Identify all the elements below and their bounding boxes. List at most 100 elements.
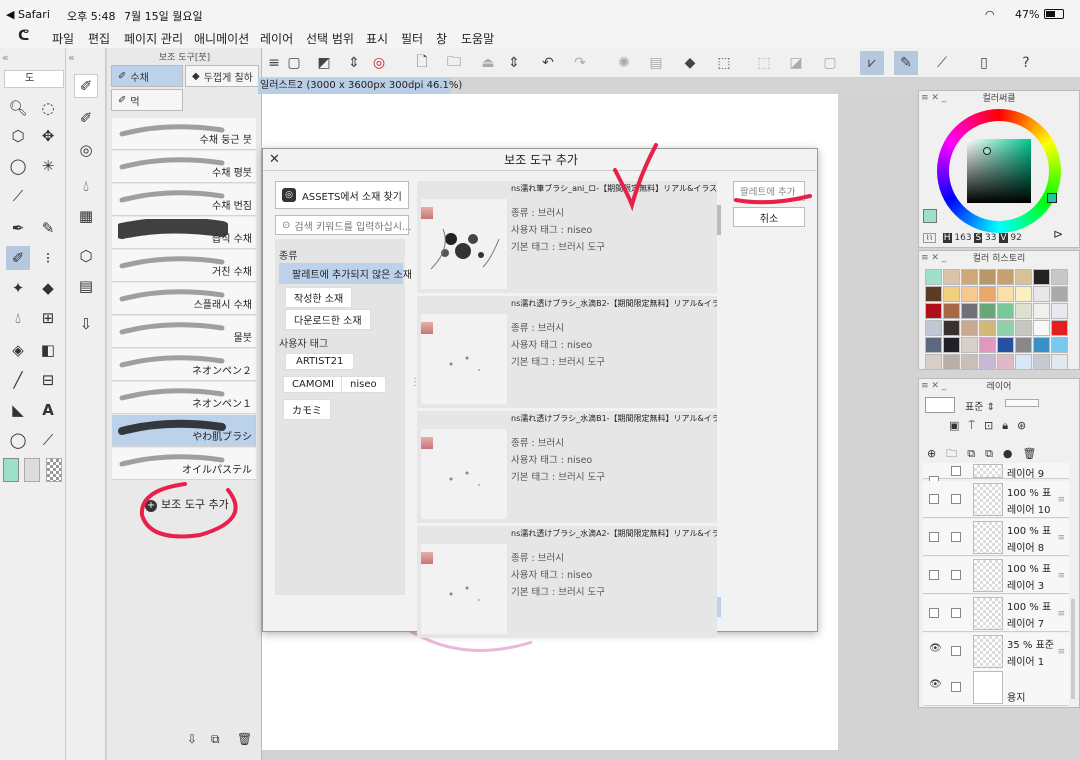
scrollbar[interactable] [717,205,721,235]
color-swatch[interactable] [979,269,996,285]
brush-item[interactable]: オイルパステル [112,448,256,480]
gradient-icon[interactable]: ◧ [36,338,60,362]
color-swatch[interactable] [925,303,942,319]
document-tab[interactable]: 일러스트2 (3000 x 3600px 300dpi 46.1%) [258,78,462,94]
color-swatch[interactable] [961,303,978,319]
drag-handle-icon[interactable]: ≡ [1057,571,1065,581]
delete-subtool-icon[interactable]: 🗑︎ [237,732,252,746]
sub-color-swatch[interactable] [24,458,40,482]
collapse-icon-2[interactable]: « [68,51,75,64]
menu-file[interactable]: 파일 [52,30,74,47]
color-swatch[interactable] [1051,286,1068,302]
duplicate-subtool-icon[interactable]: ⧉ [211,732,220,747]
opacity-slider[interactable] [1005,399,1039,407]
brush-item[interactable]: 수채 둥근 붓 [112,118,256,150]
kind-not-in-palette[interactable]: 팔레트에 추가되지 않은 소재 [279,263,412,284]
brush-item[interactable]: 거친 수채 [112,250,256,282]
color-swatch[interactable] [1033,354,1050,370]
color-swatch[interactable] [1051,354,1068,370]
brush-item[interactable]: 습식 수채 [112,217,256,249]
figure-icon[interactable]: ╱ [6,368,30,392]
eye-icon[interactable]: 👁︎ [929,643,942,654]
import-subtool-icon[interactable]: ⇩ [187,732,197,746]
decoration-icon[interactable]: ✦ [6,276,30,300]
eyedropper-icon[interactable]: ⟋ [6,184,30,208]
object-icon[interactable]: ⬡ [6,124,30,148]
menu-help[interactable]: 도움말 [461,30,494,47]
color-swatch[interactable] [997,286,1014,302]
color-swatch[interactable] [1015,303,1032,319]
frame-icon[interactable]: ⊟ [36,368,60,392]
layer-lock-row[interactable]: ▣⍑⊡🔒︎⊛ [949,419,1035,433]
visibility-checkbox[interactable] [929,532,939,542]
color-swatch[interactable] [943,286,960,302]
add-to-palette-button[interactable]: 팔레트에 추가 [733,181,805,201]
loading-icon[interactable]: ✺ [612,51,636,75]
color-swatch[interactable] [961,337,978,353]
assets-icon[interactable]: ◎ [367,51,391,75]
fill-tool-icon[interactable]: ◈ [6,338,30,362]
color-swatch[interactable] [1033,269,1050,285]
brush-item[interactable]: ネオンペン２ [112,349,256,381]
kind-downloaded[interactable]: 다운로드한 소재 [285,309,371,330]
panel-menu-icon[interactable]: ≡ ✕ _ [921,93,946,103]
color-swatch[interactable] [1015,337,1032,353]
device-icon[interactable]: ▯ [972,51,996,75]
color-swatch[interactable] [961,286,978,302]
collapse-icon[interactable]: « [2,51,9,64]
color-swatch[interactable] [1015,286,1032,302]
color-swatch[interactable] [979,337,996,353]
brush-item[interactable]: ネオンペン１ [112,382,256,414]
color-swatch[interactable] [943,320,960,336]
tool-tab[interactable]: 도 [4,70,64,88]
color-swatch[interactable] [961,354,978,370]
app-logo-icon[interactable]: ᕦ [18,28,29,44]
brush-item[interactable]: 스플래시 수채 [112,283,256,315]
airbrush-icon[interactable]: ⁝ [36,246,60,270]
texture-icon[interactable]: ▦ [74,204,98,228]
transparent-swatch[interactable] [46,458,62,482]
subtool-detail-icon[interactable]: ◎ [74,138,98,162]
color-swatch[interactable] [1051,337,1068,353]
color-swatch[interactable] [961,320,978,336]
mesh-icon[interactable]: ⊞ [36,306,60,330]
eye-icon[interactable]: 👁︎ [929,679,942,690]
drag-handle-icon[interactable]: ≡ [1057,609,1065,619]
blend-icon[interactable]: 💧︎ [6,306,30,330]
transform-icon[interactable]: ⬚ [712,51,736,75]
material-icon[interactable]: ⬡ [74,244,98,268]
visibility-checkbox[interactable] [929,608,939,618]
help-icon[interactable]: ? [1014,51,1038,75]
color-swatch[interactable] [979,286,996,302]
panel-menu-icon[interactable]: ≡ ✕ _ [921,253,946,263]
drag-handle-icon[interactable]: ≡ [1057,533,1065,543]
import-icon[interactable]: ⇩ [74,312,98,336]
layer-color-select[interactable] [925,397,955,413]
back-to-safari[interactable]: ◀ Safari [6,8,50,21]
color-swatch[interactable] [997,303,1014,319]
color-swatch[interactable] [925,337,942,353]
brush-item[interactable]: 수채 번짐 [112,184,256,216]
color-swatch[interactable] [979,320,996,336]
color-swatch[interactable] [943,354,960,370]
result-item[interactable]: ns濡れ透けブラシ_水滴B2-【期間限定無料】リアル&イラスト調 濡れ 종류 : … [417,296,717,408]
color-picker-handle[interactable] [983,147,991,155]
fill-icon[interactable]: ◆ [678,51,702,75]
ruler-snap-icon[interactable]: ⩗ [860,51,884,75]
layer-row[interactable]: 100 % 표 레이어 3 ≡ [923,557,1069,594]
drag-handle-icon[interactable]: ≡ [1057,495,1065,505]
perspective-snap-icon[interactable]: ⟋ [930,51,954,75]
color-swatch[interactable] [925,320,942,336]
result-item[interactable]: ns濡れ透けブラシ_水滴A2-【期間限定無料】リアル&イラスト調 濡れ 종류 : … [417,526,717,638]
kind-created[interactable]: 작성한 소재 [285,287,353,308]
layer-row[interactable]: 100 % 표 레이어 10 ≡ [923,481,1069,518]
invert-selection-icon[interactable]: ◪ [784,51,808,75]
color-swatch[interactable] [1051,303,1068,319]
tab-ink[interactable]: ✐ 먹 [111,89,183,111]
magic-wand-icon[interactable]: ✳ [36,154,60,178]
clear-icon[interactable]: ▤ [644,51,668,75]
main-color-swatch[interactable] [3,458,19,482]
color-swatch[interactable] [997,269,1014,285]
tag-kamomi[interactable]: カモミ [283,399,331,420]
lock-checkbox[interactable] [951,570,961,580]
